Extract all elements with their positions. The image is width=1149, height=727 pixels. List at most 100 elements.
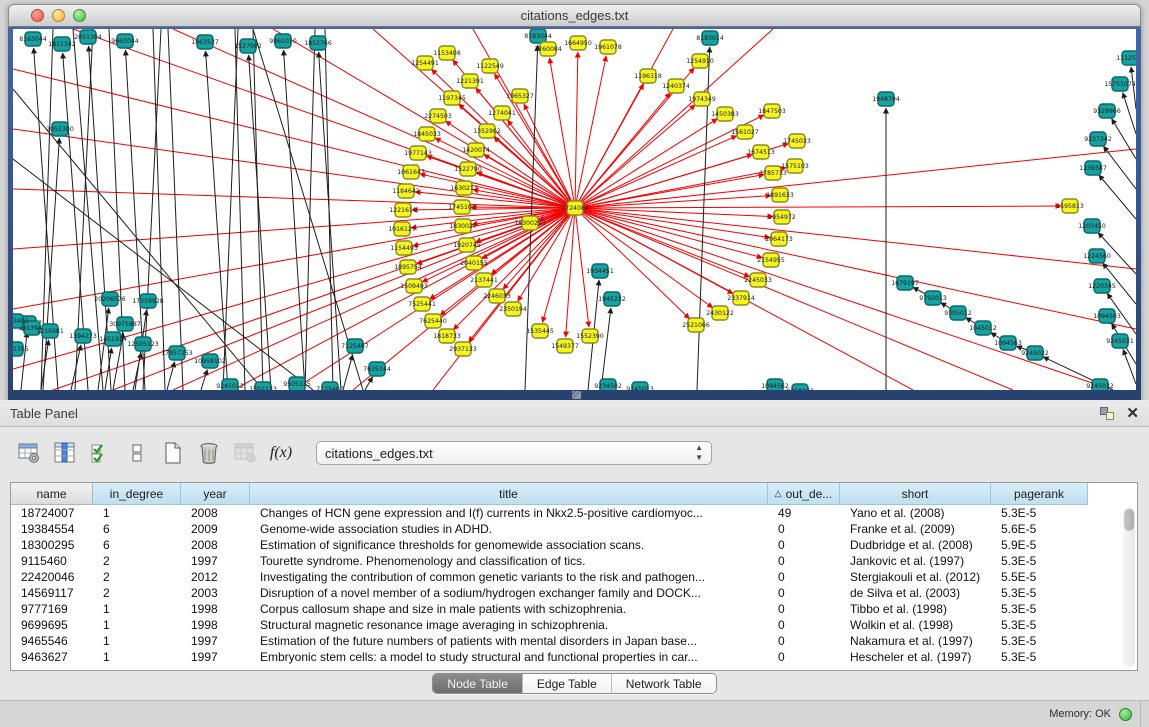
graph-node[interactable]: 9450122 bbox=[786, 384, 814, 390]
graph-node[interactable]: 1221391 bbox=[456, 74, 484, 88]
column-header-in_degree[interactable]: in_degree bbox=[93, 483, 181, 505]
graph-node[interactable]: 1203450 bbox=[1078, 219, 1106, 233]
graph-node[interactable]: 1221610 bbox=[389, 203, 417, 217]
graph-node[interactable]: 1549377 bbox=[551, 339, 579, 353]
table-row[interactable]: 2242004622012Investigating the contribut… bbox=[11, 569, 1137, 585]
graph-node[interactable]: 1254491 bbox=[411, 56, 439, 70]
graph-node[interactable]: 1595813 bbox=[1056, 199, 1084, 213]
graph-node[interactable]: 7125467 bbox=[341, 339, 369, 353]
graph-node[interactable]: 1664950 bbox=[564, 36, 592, 50]
graph-node[interactable]: 1063527 bbox=[191, 35, 219, 49]
graph-node[interactable]: 8183014 bbox=[696, 31, 724, 45]
graph-node[interactable]: 1745033 bbox=[783, 134, 811, 148]
graph-node[interactable]: 9234502 bbox=[594, 379, 622, 390]
panel-resize-grip[interactable] bbox=[572, 391, 581, 399]
graph-node[interactable]: 1945232 bbox=[598, 292, 626, 306]
graph-node[interactable]: 8163044 bbox=[19, 32, 47, 46]
table-vertical-scrollbar[interactable] bbox=[1123, 507, 1135, 667]
graph-node[interactable]: 1154493 bbox=[390, 241, 418, 255]
new-table-button[interactable] bbox=[158, 438, 188, 468]
graph-node[interactable]: 1561027 bbox=[731, 125, 759, 139]
graph-node[interactable]: 1934451 bbox=[586, 264, 614, 278]
graph-node[interactable]: 1674513 bbox=[747, 145, 775, 159]
table-row[interactable]: 1456911722003Disruption of a novel membe… bbox=[11, 585, 1137, 601]
tab-edge-table[interactable]: Edge Table bbox=[523, 674, 612, 693]
graph-node[interactable]: 12505123 bbox=[127, 337, 159, 351]
graph-node[interactable]: 17359928 bbox=[132, 294, 164, 308]
graph-node[interactable]: 9305012 bbox=[944, 306, 972, 320]
graph-node[interactable]: 1220345 bbox=[1088, 279, 1116, 293]
graph-node[interactable]: 30975887 bbox=[109, 317, 141, 331]
graph-node[interactable]: 1196318 bbox=[634, 69, 662, 83]
graph-node[interactable]: 7525441 bbox=[408, 297, 436, 311]
graph-node[interactable]: 2430122 bbox=[706, 306, 734, 320]
graph-node[interactable]: 1961078 bbox=[594, 40, 622, 54]
graph-node[interactable]: 1394273 bbox=[69, 329, 97, 343]
table-row[interactable]: 1938455462009Genome-wide association stu… bbox=[11, 521, 1137, 537]
graph-node[interactable]: 1818733 bbox=[433, 329, 461, 343]
scrollbar-thumb[interactable] bbox=[1124, 509, 1134, 531]
close-panel-icon[interactable]: ✕ bbox=[1126, 406, 1139, 421]
table-settings-button[interactable] bbox=[14, 438, 44, 468]
column-header-short[interactable]: short bbox=[840, 483, 991, 505]
graph-node[interactable]: 9245032 bbox=[1086, 379, 1114, 390]
column-header-name[interactable]: name bbox=[11, 483, 93, 505]
graph-node[interactable]: 1045012 bbox=[969, 321, 997, 335]
show-column-button[interactable] bbox=[50, 438, 80, 468]
table-row[interactable]: 911546021997Tourette syndrome. Phenomeno… bbox=[11, 553, 1137, 569]
table-row[interactable]: 1830029562008Estimation of significance … bbox=[11, 537, 1137, 553]
tab-node-table[interactable]: Node Table bbox=[433, 674, 523, 693]
graph-node[interactable]: 2064173 bbox=[765, 232, 793, 246]
column-header-pagerank[interactable]: pagerank bbox=[991, 483, 1088, 505]
column-header-out_degree[interactable]: △out_de... bbox=[768, 483, 840, 505]
graph-node[interactable]: 7635144 bbox=[363, 362, 391, 376]
graph-node[interactable]: 1527002 bbox=[234, 39, 262, 53]
row-height-button[interactable] bbox=[122, 438, 152, 468]
graph-node[interactable]: 9245012 bbox=[216, 379, 244, 390]
graph-node[interactable]: 1061647 bbox=[397, 165, 425, 179]
graph-node[interactable]: 1016127 bbox=[388, 222, 416, 236]
graph-node[interactable]: 1891633 bbox=[766, 188, 794, 202]
graph-node[interactable]: 2937133 bbox=[449, 342, 477, 356]
graph-node[interactable]: 15751074 bbox=[1104, 77, 1136, 91]
graph-node[interactable]: 1948794 bbox=[872, 92, 900, 106]
function-builder-button[interactable]: f(x) bbox=[266, 438, 296, 468]
graph-node[interactable]: 2154955 bbox=[757, 253, 785, 267]
graph-node[interactable]: 2051304 bbox=[74, 30, 102, 44]
graph-node[interactable]: 8183044 bbox=[524, 29, 552, 43]
window-titlebar[interactable]: citations_edges.txt bbox=[8, 4, 1141, 27]
graph-node[interactable]: 9245031 bbox=[1106, 334, 1134, 348]
graph-node[interactable]: 9663044 bbox=[111, 34, 139, 48]
graph-node[interactable]: 1502133 bbox=[249, 382, 277, 390]
graph-node[interactable]: 17957253 bbox=[161, 346, 193, 360]
column-header-year[interactable]: year bbox=[181, 483, 250, 505]
table-row[interactable]: 977716911998Corpus callosum shape and si… bbox=[11, 601, 1137, 617]
graph-node[interactable]: 1224560 bbox=[1083, 249, 1111, 263]
graph-node[interactable]: 2521066 bbox=[682, 318, 710, 332]
graph-node[interactable]: 9505135 bbox=[283, 377, 311, 390]
delete-rows-button[interactable] bbox=[194, 438, 224, 468]
graph-node[interactable]: 1352902 bbox=[473, 124, 501, 138]
graph-node[interactable]: 1094563 bbox=[994, 336, 1022, 350]
graph-node[interactable]: 9245013 bbox=[626, 382, 654, 390]
table-row[interactable]: 1872400712008Changes of HCN gene express… bbox=[11, 505, 1137, 521]
table-row[interactable]: 946554611997Estimation of the future num… bbox=[11, 633, 1137, 649]
graph-node[interactable]: 1153408 bbox=[433, 46, 461, 60]
delete-table-button[interactable] bbox=[230, 438, 260, 468]
network-canvas[interactable]: 8163044181134220513049663044106352715270… bbox=[13, 29, 1136, 390]
graph-node[interactable]: 9329966 bbox=[1093, 104, 1121, 118]
graph-node[interactable]: 1552390 bbox=[576, 329, 604, 343]
graph-node[interactable]: 2260084 bbox=[534, 42, 562, 56]
graph-node[interactable]: 1535445 bbox=[526, 324, 554, 338]
graph-node[interactable]: 1974349 bbox=[688, 92, 716, 106]
graph-node[interactable]: 9227342 bbox=[1084, 132, 1112, 146]
graph-node[interactable]: 1112503 bbox=[1116, 51, 1136, 65]
graph-node[interactable]: 9501355 bbox=[13, 342, 29, 356]
graph-node[interactable]: 1239387 bbox=[1079, 161, 1107, 175]
memory-ok-icon[interactable] bbox=[1119, 708, 1132, 721]
table-row[interactable]: 969969511998Structural magnetic resonanc… bbox=[11, 617, 1137, 633]
graph-node[interactable]: 1094562 bbox=[761, 379, 789, 390]
graph-node[interactable]: 1450383 bbox=[711, 107, 739, 121]
graph-node[interactable]: 1895754 bbox=[394, 260, 422, 274]
table-row[interactable]: 946362711997Embryonic stem cells: a mode… bbox=[11, 649, 1137, 665]
